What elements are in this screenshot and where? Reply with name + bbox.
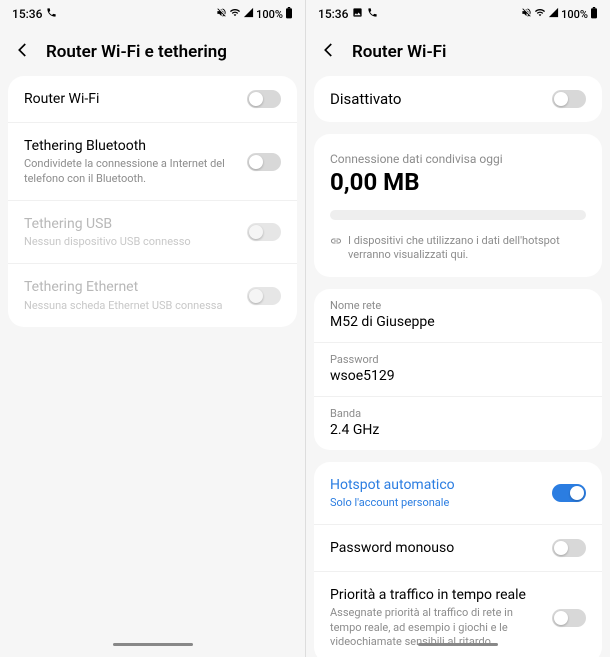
row-tether-ethernet: Tethering Ethernet Nessuna scheda Ethern…: [8, 263, 297, 326]
status-time: 15:36: [12, 7, 42, 21]
field-label: Nome rete: [330, 299, 586, 312]
nav-indicator[interactable]: [418, 643, 498, 646]
state-card: Disattivato: [314, 76, 602, 122]
toggle-auto-hotspot[interactable]: [552, 484, 586, 502]
field-value: 2.4 GHz: [330, 422, 586, 438]
toggle-router-wifi[interactable]: [247, 90, 281, 108]
wifi-icon: [229, 7, 241, 21]
row-onetime-password[interactable]: Password monouso: [314, 524, 602, 571]
status-bar: 15:36 100%: [0, 0, 305, 28]
row-sub: Condividete la connessione a Internet de…: [24, 157, 239, 186]
toggle-onetime-password[interactable]: [552, 539, 586, 557]
row-title: Tethering Bluetooth: [24, 137, 239, 155]
signal-icon: [548, 7, 559, 21]
field-network-name[interactable]: Nome rete M52 di Giuseppe: [314, 289, 602, 342]
field-band[interactable]: Banda 2.4 GHz: [314, 396, 602, 450]
network-fields-card: Nome rete M52 di Giuseppe Password wsoe5…: [314, 289, 602, 450]
row-tether-usb: Tethering USB Nessun dispositivo USB con…: [8, 200, 297, 263]
status-time: 15:36: [318, 7, 348, 21]
page-title: Router Wi-Fi e tethering: [46, 42, 227, 62]
row-sub: Solo l'account personale: [330, 496, 544, 510]
toggle-tether-usb: [247, 223, 281, 241]
toggle-tether-bluetooth[interactable]: [247, 153, 281, 171]
page-title: Router Wi-Fi: [352, 42, 446, 62]
header: Router Wi-Fi e tethering: [0, 28, 305, 76]
toggle-realtime-priority[interactable]: [552, 609, 586, 627]
row-auto-hotspot[interactable]: Hotspot automatico Solo l'account person…: [314, 462, 602, 524]
state-label: Disattivato: [330, 90, 401, 108]
phone-icon: [46, 7, 57, 21]
toggle-state[interactable]: [552, 90, 586, 108]
row-title: Router Wi-Fi: [24, 90, 239, 108]
nav-bar: [0, 637, 305, 651]
phone-icon: [367, 7, 378, 21]
data-progress: [330, 210, 586, 220]
signal-icon: [243, 7, 254, 21]
row-title: Priorità a traffico in tempo reale: [330, 586, 544, 604]
data-hint: I dispositivi che utilizzano i dati dell…: [330, 234, 586, 263]
wifi-icon: [534, 7, 546, 21]
mute-icon: [216, 7, 227, 21]
row-tether-bluetooth[interactable]: Tethering Bluetooth Condividete la conne…: [8, 122, 297, 200]
nav-indicator[interactable]: [113, 643, 193, 646]
tethering-list: Router Wi-Fi Tethering Bluetooth Condivi…: [8, 76, 297, 327]
image-icon: [352, 7, 363, 21]
options-card: Hotspot automatico Solo l'account person…: [314, 462, 602, 657]
battery-percent: 100%: [561, 8, 588, 21]
back-icon[interactable]: [320, 41, 338, 63]
mute-icon: [521, 7, 532, 21]
header: Router Wi-Fi: [306, 28, 610, 76]
phone-left: 15:36 100% Router Wi-Fi e tethering Rout…: [0, 0, 305, 657]
field-label: Banda: [330, 407, 586, 420]
data-hint-text: I dispositivi che utilizzano i dati dell…: [348, 234, 586, 263]
back-icon[interactable]: [14, 41, 32, 63]
battery-percent: 100%: [256, 8, 283, 21]
phone-right: 15:36 100% Router Wi-Fi Disattivato: [305, 0, 610, 657]
data-usage-card: Connessione dati condivisa oggi 0,00 MB …: [314, 134, 602, 277]
row-title: Tethering USB: [24, 215, 239, 233]
row-sub: Nessun dispositivo USB connesso: [24, 235, 239, 249]
field-value: M52 di Giuseppe: [330, 314, 586, 330]
field-value: wsoe5129: [330, 368, 586, 384]
row-title: Hotspot automatico: [330, 476, 544, 494]
battery-icon: [590, 7, 598, 22]
nav-bar: [306, 637, 610, 651]
row-router-wifi[interactable]: Router Wi-Fi: [8, 76, 297, 122]
row-state[interactable]: Disattivato: [314, 76, 602, 122]
data-value: 0,00 MB: [330, 168, 586, 196]
data-label: Connessione dati condivisa oggi: [330, 152, 586, 166]
link-icon: [330, 234, 342, 263]
status-bar: 15:36 100%: [306, 0, 610, 28]
field-password[interactable]: Password wsoe5129: [314, 342, 602, 396]
toggle-tether-ethernet: [247, 287, 281, 305]
row-title: Tethering Ethernet: [24, 278, 239, 296]
field-label: Password: [330, 353, 586, 366]
battery-icon: [285, 7, 293, 22]
row-title: Password monouso: [330, 539, 544, 557]
row-sub: Nessuna scheda Ethernet USB connessa: [24, 299, 239, 313]
